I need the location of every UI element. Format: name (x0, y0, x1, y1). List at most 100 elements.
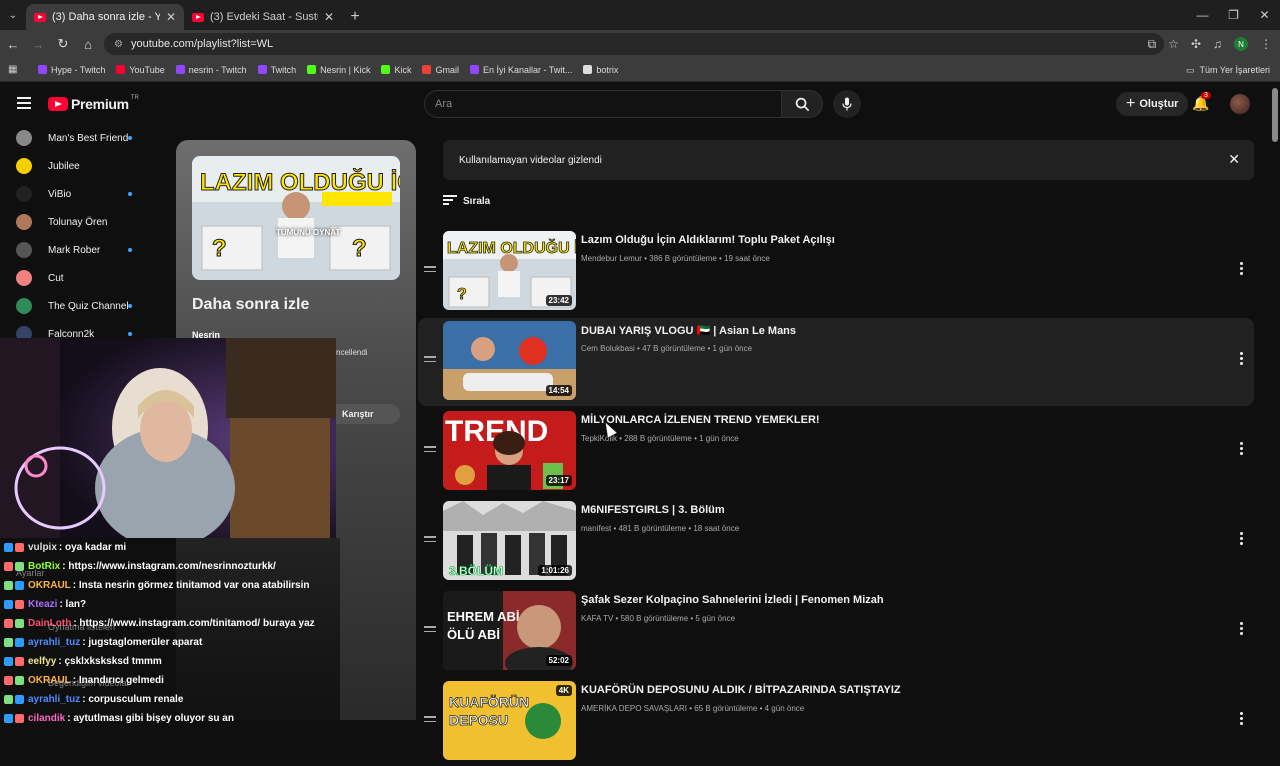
video-age: 19 saat önce (724, 254, 770, 263)
drag-handle-icon[interactable] (424, 356, 436, 365)
browser-tab[interactable]: (3) Evdeki Saat - Sustum ( Live ✕ (184, 4, 342, 30)
sidebar-subscription-item[interactable]: Mark Rober (0, 236, 170, 264)
browser-tab-active[interactable]: (3) Daha sonra izle - YouTube ✕ (26, 4, 184, 30)
video-channel[interactable]: AMERİKA DEPO SAVAŞLARI (581, 704, 687, 713)
close-tab-icon[interactable]: ✕ (166, 10, 176, 24)
video-channel[interactable]: Cem Bolukbasi (581, 344, 635, 353)
video-channel[interactable]: Mendebur Lemur (581, 254, 642, 263)
video-metadata: manifest • 481 B görüntüleme • 18 saat ö… (581, 524, 740, 533)
chat-text: : jugstaglomerüler aparat (82, 637, 203, 648)
drag-handle-icon[interactable] (424, 266, 436, 275)
sort-button[interactable]: Sırala (443, 195, 490, 207)
video-metadata: Mendebur Lemur • 386 B görüntüleme • 19 … (581, 254, 770, 263)
chat-username[interactable]: ayrahli_tuz (28, 694, 80, 705)
account-avatar[interactable] (1230, 94, 1250, 114)
video-title[interactable]: Lazım Olduğu İçin Aldıklarım! Toplu Pake… (581, 234, 835, 246)
sidebar-subscription-item[interactable]: Man's Best Friend (0, 124, 170, 152)
home-icon[interactable]: ⌂ (76, 30, 100, 58)
video-title[interactable]: MİLYONLARCA İZLENEN TREND YEMEKLER! (581, 414, 820, 426)
microphone-icon[interactable] (833, 90, 861, 118)
bookmark-item[interactable]: Gmail (422, 65, 459, 75)
create-button[interactable]: + Oluştur (1116, 92, 1189, 116)
bookmark-item[interactable]: Hype - Twitch (38, 65, 105, 75)
tab-search-icon[interactable]: ⌄ (0, 0, 26, 30)
chat-username[interactable]: OKRAUL (28, 580, 71, 591)
tab-title: (3) Evdeki Saat - Sustum ( Live (210, 11, 318, 23)
playlist-video-row[interactable]: LAZIM OLDUĞU İÇİN? 23:42 Lazım Olduğu İçin… (418, 228, 1254, 316)
page-scrollbar[interactable] (1272, 88, 1278, 142)
back-icon[interactable]: ← (1, 30, 25, 58)
chat-username[interactable]: vulpix (28, 542, 57, 553)
notifications-bell-icon[interactable]: 🔔 3 (1192, 92, 1211, 112)
bookmark-item[interactable]: nesrin - Twitch (175, 65, 247, 75)
video-thumbnail[interactable]: LAZIM OLDUĞU İÇİN? 23:42 (443, 231, 576, 310)
restore-icon[interactable]: ❐ (1218, 0, 1249, 30)
apps-grid-icon[interactable]: ▦ (8, 64, 20, 75)
bookmark-item[interactable]: Nesrin | Kick (307, 65, 370, 75)
video-thumbnail[interactable]: TREND 23:17 (443, 411, 576, 490)
minimize-icon[interactable]: — (1187, 0, 1218, 30)
video-channel[interactable]: KAFA TV (581, 614, 613, 623)
search-icon[interactable] (781, 90, 823, 118)
chat-username[interactable]: cilandik (28, 713, 65, 724)
reload-icon[interactable]: ↻ (51, 30, 75, 58)
playlist-video-row[interactable]: TREND 23:17 MİLYONLARCA İZLENEN TREND YEME… (418, 408, 1254, 496)
bookmark-item[interactable]: En İyi Kanallar - Twit... (470, 65, 572, 75)
video-thumbnail[interactable]: KUAFÖRÜN DEPOSU 4K (443, 681, 576, 760)
all-bookmarks[interactable]: ▭ Tüm Yer İşaretleri (1186, 58, 1270, 82)
sidebar-subscription-item[interactable]: The Quiz Channel (0, 292, 170, 320)
address-bar[interactable]: ⚙ youtube.com/playlist?list=WL (104, 33, 1164, 55)
sidebar-subscription-item[interactable]: ViBio (0, 180, 170, 208)
chat-username[interactable]: Kteazi (28, 599, 57, 610)
forward-icon[interactable]: → (26, 30, 50, 58)
profile-avatar[interactable]: N (1234, 37, 1248, 51)
more-actions-icon[interactable] (1240, 262, 1244, 277)
channel-avatar (16, 242, 32, 258)
more-actions-icon[interactable] (1240, 532, 1244, 547)
video-thumbnail[interactable]: 3.BÖLÜM 1:01:26 (443, 501, 576, 580)
bookmark-item[interactable]: botrix (583, 65, 618, 75)
drag-handle-icon[interactable] (424, 446, 436, 455)
bookmark-item[interactable]: Kick (381, 65, 411, 75)
bookmark-star-icon[interactable]: ☆ (1168, 37, 1179, 51)
drag-handle-icon[interactable] (424, 536, 436, 545)
video-thumbnail[interactable]: EHREM ABİ ÖLÜ ABİ 52:02 (443, 591, 576, 670)
close-icon[interactable]: ✕ (1228, 151, 1240, 168)
drag-handle-icon[interactable] (424, 626, 436, 635)
new-tab-button[interactable]: + (342, 4, 368, 30)
more-actions-icon[interactable] (1240, 622, 1244, 637)
extensions-icon[interactable]: ✣ (1191, 37, 1201, 51)
guide-menu-icon[interactable] (17, 97, 31, 109)
video-title[interactable]: Şafak Sezer Kolpaçino Sahnelerini İzledi… (581, 594, 884, 606)
more-actions-icon[interactable] (1240, 442, 1244, 457)
playlist-video-row[interactable]: 14:54 DUBAI YARIŞ VLOGU 🇦🇪 | Asian Le Man… (418, 318, 1254, 406)
site-info-icon[interactable]: ⚙ (114, 39, 123, 50)
playlist-video-row[interactable]: 3.BÖLÜM 1:01:26 M6NIFESTGIRLS | 3. Bölüm ma… (418, 498, 1254, 586)
youtube-premium-logo[interactable]: Premium TR (48, 95, 139, 112)
playlist-video-row[interactable]: EHREM ABİ ÖLÜ ABİ 52:02 Şafak Sezer Kolpaçi… (418, 588, 1254, 676)
video-title[interactable]: KUAFÖRÜN DEPOSUNU ALDIK / BİTPAZARINDA S… (581, 684, 901, 696)
more-actions-icon[interactable] (1240, 352, 1244, 367)
bookmark-item[interactable]: YouTube (116, 65, 165, 75)
video-title[interactable]: DUBAI YARIŞ VLOGU 🇦🇪 | Asian Le Mans (581, 324, 796, 337)
banner-text: Kullanılamayan videolar gizlendi (459, 154, 602, 166)
video-thumbnail[interactable]: 14:54 (443, 321, 576, 400)
bookmark-label: Twitch (270, 64, 297, 75)
sidebar-subscription-item[interactable]: Cut (0, 264, 170, 292)
drag-handle-icon[interactable] (424, 716, 436, 725)
sidebar-subscription-item[interactable]: Jubilee (0, 152, 170, 180)
close-tab-icon[interactable]: ✕ (324, 10, 334, 24)
video-channel[interactable]: manifest (581, 524, 611, 533)
playlist-thumbnail[interactable]: LAZIM OLDUĞU İÇİN ? ? TÜMÜNÜ OYNAT (192, 156, 400, 280)
close-window-icon[interactable]: ✕ (1249, 0, 1280, 30)
install-app-icon[interactable]: ⧉ (1148, 37, 1157, 52)
chat-username[interactable]: ayrahli_tuz (28, 637, 80, 648)
browser-menu-icon[interactable]: ⋮ (1260, 37, 1272, 51)
playlist-video-row[interactable]: KUAFÖRÜN DEPOSU 4K KUAFÖRÜN DEPOSUNU ALDIK … (418, 678, 1254, 766)
sidebar-subscription-item[interactable]: Tolunay Ören (0, 208, 170, 236)
video-title[interactable]: M6NIFESTGIRLS | 3. Bölüm (581, 504, 725, 516)
search-input[interactable]: Ara (424, 90, 782, 118)
media-controls-icon[interactable]: ♫ (1213, 37, 1222, 51)
chat-username[interactable]: eelfyy (28, 656, 56, 667)
bookmark-item[interactable]: Twitch (257, 64, 297, 75)
